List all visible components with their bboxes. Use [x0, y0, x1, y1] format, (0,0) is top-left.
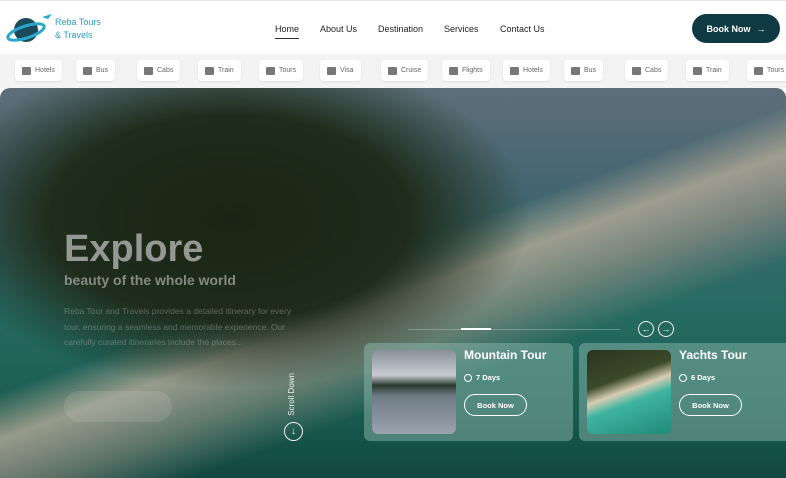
- tour-image-yacht: [587, 350, 671, 434]
- brand-line-2: & Travels: [55, 30, 93, 40]
- scroll-down-label: Scroll Down: [287, 373, 296, 416]
- hotels-icon: [510, 66, 519, 75]
- brand-line-1: Reba Tours: [55, 17, 101, 27]
- header: Reba Tours & Travels Home About Us Desti…: [0, 0, 786, 54]
- visa-icon: [327, 66, 336, 75]
- hero-subtitle: beauty of the whole world: [64, 272, 236, 288]
- clock-icon: [679, 373, 687, 382]
- tour-card[interactable]: Yachts Tour 6 Days Book Now: [579, 343, 786, 441]
- tour-duration-text: 7 Days: [476, 373, 501, 382]
- hero-description: Reba Tour and Travels provides a detaile…: [64, 306, 292, 347]
- category-strip: Hotels Bus Cabs Train Tours Visa Cruise Flights…: [0, 54, 786, 88]
- category-train[interactable]: Train: [198, 60, 241, 81]
- category-bus[interactable]: Bus: [564, 60, 604, 81]
- logo-globe-plane-icon[interactable]: [6, 11, 58, 45]
- hero-title: Explore: [64, 228, 204, 270]
- category-cruise[interactable]: Cruise: [381, 60, 429, 81]
- scroll-down-button[interactable]: ↓: [284, 422, 303, 441]
- arrow-right-icon: →: [756, 23, 766, 34]
- category-label: Hotels: [35, 67, 55, 74]
- slider-progress: [408, 328, 620, 330]
- tour-book-now-button[interactable]: Book Now: [679, 394, 742, 416]
- category-label: Train: [218, 67, 234, 74]
- hotels-icon: [22, 66, 31, 75]
- category-cabs[interactable]: Cabs: [137, 60, 181, 81]
- tour-duration-text: 6 Days: [691, 373, 716, 382]
- category-label: Tours: [279, 67, 297, 74]
- category-label: Cabs: [157, 67, 174, 74]
- train-icon: [693, 66, 702, 75]
- category-hotels[interactable]: Hotels: [15, 60, 62, 81]
- tour-name: Yachts Tour: [679, 348, 747, 362]
- tour-book-now-button[interactable]: Book Now: [464, 394, 527, 416]
- train-icon: [205, 66, 214, 75]
- cruise-icon: [388, 66, 397, 75]
- slider-progress-active: [461, 328, 491, 330]
- clock-icon: [464, 373, 472, 382]
- category-hotels[interactable]: Hotels: [503, 60, 550, 81]
- category-flights[interactable]: Flights: [442, 60, 490, 81]
- category-label: Visa: [340, 67, 354, 74]
- tour-duration: 6 Days: [679, 373, 715, 382]
- nav-about-us[interactable]: About Us: [320, 24, 357, 34]
- book-now-button[interactable]: Book Now →: [692, 14, 780, 43]
- tour-card[interactable]: Mountain Tour 7 Days Book Now: [364, 343, 573, 441]
- category-label: Cruise: [401, 67, 422, 74]
- bus-icon: [571, 66, 580, 75]
- bus-icon: [83, 66, 92, 75]
- category-bus[interactable]: Bus: [76, 60, 116, 81]
- category-tours[interactable]: Tours: [747, 60, 786, 81]
- arrow-left-icon: ←: [641, 324, 651, 334]
- category-cabs[interactable]: Cabs: [625, 60, 669, 81]
- tours-icon: [754, 66, 763, 75]
- flights-icon: [449, 66, 458, 75]
- category-label: Train: [706, 67, 722, 74]
- tour-duration: 7 Days: [464, 373, 500, 382]
- tours-icon: [266, 66, 275, 75]
- nav-contact-us[interactable]: Contact Us: [500, 24, 545, 34]
- arrow-down-icon: ↓: [291, 426, 296, 437]
- category-tours[interactable]: Tours: [259, 60, 304, 81]
- prev-slide-button[interactable]: ←: [638, 321, 654, 337]
- brand-name: Reba Tours & Travels: [55, 16, 101, 42]
- cabs-icon: [632, 66, 641, 75]
- book-now-label: Book Now: [706, 23, 751, 34]
- category-label: Bus: [584, 67, 597, 74]
- next-slide-button[interactable]: →: [658, 321, 674, 337]
- category-visa[interactable]: Visa: [320, 60, 361, 81]
- category-label: Cabs: [645, 67, 662, 74]
- category-label: Hotels: [523, 67, 543, 74]
- cabs-icon: [144, 66, 153, 75]
- nav-services[interactable]: Services: [444, 24, 479, 34]
- category-train[interactable]: Train: [686, 60, 729, 81]
- nav-destination[interactable]: Destination: [378, 24, 423, 34]
- category-label: Bus: [96, 67, 109, 74]
- tour-name: Mountain Tour: [464, 348, 547, 362]
- arrow-right-icon: →: [661, 324, 671, 334]
- category-label: Flights: [462, 67, 483, 74]
- hero-cta-button[interactable]: [64, 391, 172, 422]
- hero-section: Explore beauty of the whole world Reba T…: [0, 88, 786, 478]
- nav-home[interactable]: Home: [275, 24, 300, 39]
- category-label: Tours: [767, 67, 785, 74]
- tour-image-mountain: [372, 350, 456, 434]
